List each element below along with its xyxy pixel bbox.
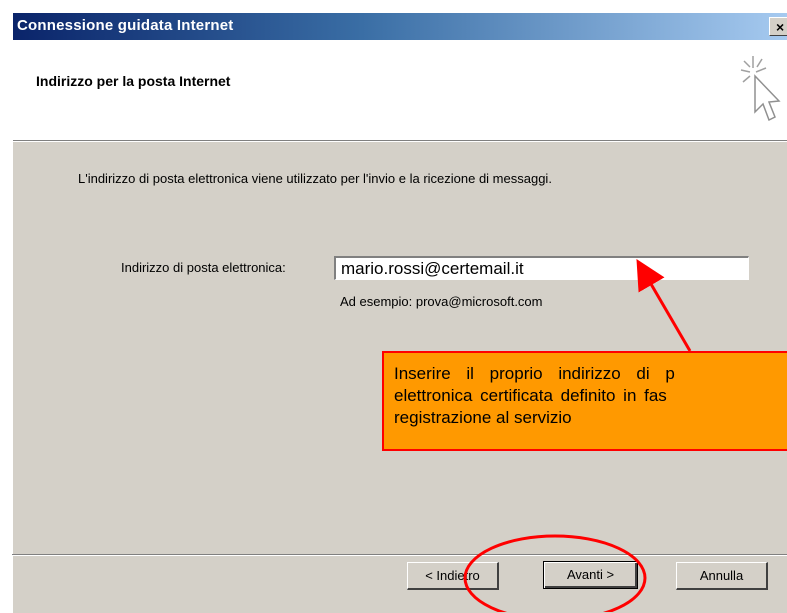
instruction-callout: Inserire il proprio indirizzo di p elett… xyxy=(382,351,787,451)
wizard-sparkle-cursor-icon xyxy=(740,56,781,122)
title-bar[interactable]: Connessione guidata Internet × xyxy=(13,13,787,40)
wizard-window: Connessione guidata Internet × Indirizzo… xyxy=(12,12,787,613)
window-title: Connessione guidata Internet xyxy=(17,17,234,34)
page-title: Indirizzo per la posta Internet xyxy=(36,73,231,89)
next-button[interactable]: Avanti > xyxy=(543,561,638,589)
callout-line-3: registrazione al servizio xyxy=(394,408,572,427)
email-field[interactable] xyxy=(334,256,749,280)
close-icon: × xyxy=(776,19,785,35)
description-text: L'indirizzo di posta elettronica viene u… xyxy=(78,171,552,186)
header-panel: Indirizzo per la posta Internet xyxy=(13,40,787,142)
footer-separator xyxy=(12,554,787,556)
close-button[interactable]: × xyxy=(769,17,787,36)
callout-line-1: Inserire il proprio indirizzo di p xyxy=(394,364,675,383)
back-button[interactable]: < Indietro xyxy=(407,562,499,590)
example-text: Ad esempio: prova@microsoft.com xyxy=(340,294,543,309)
callout-line-2: elettronica certificata definito in fas xyxy=(394,386,667,405)
cancel-button[interactable]: Annulla xyxy=(676,562,768,590)
email-field-label: Indirizzo di posta elettronica: xyxy=(121,260,286,275)
